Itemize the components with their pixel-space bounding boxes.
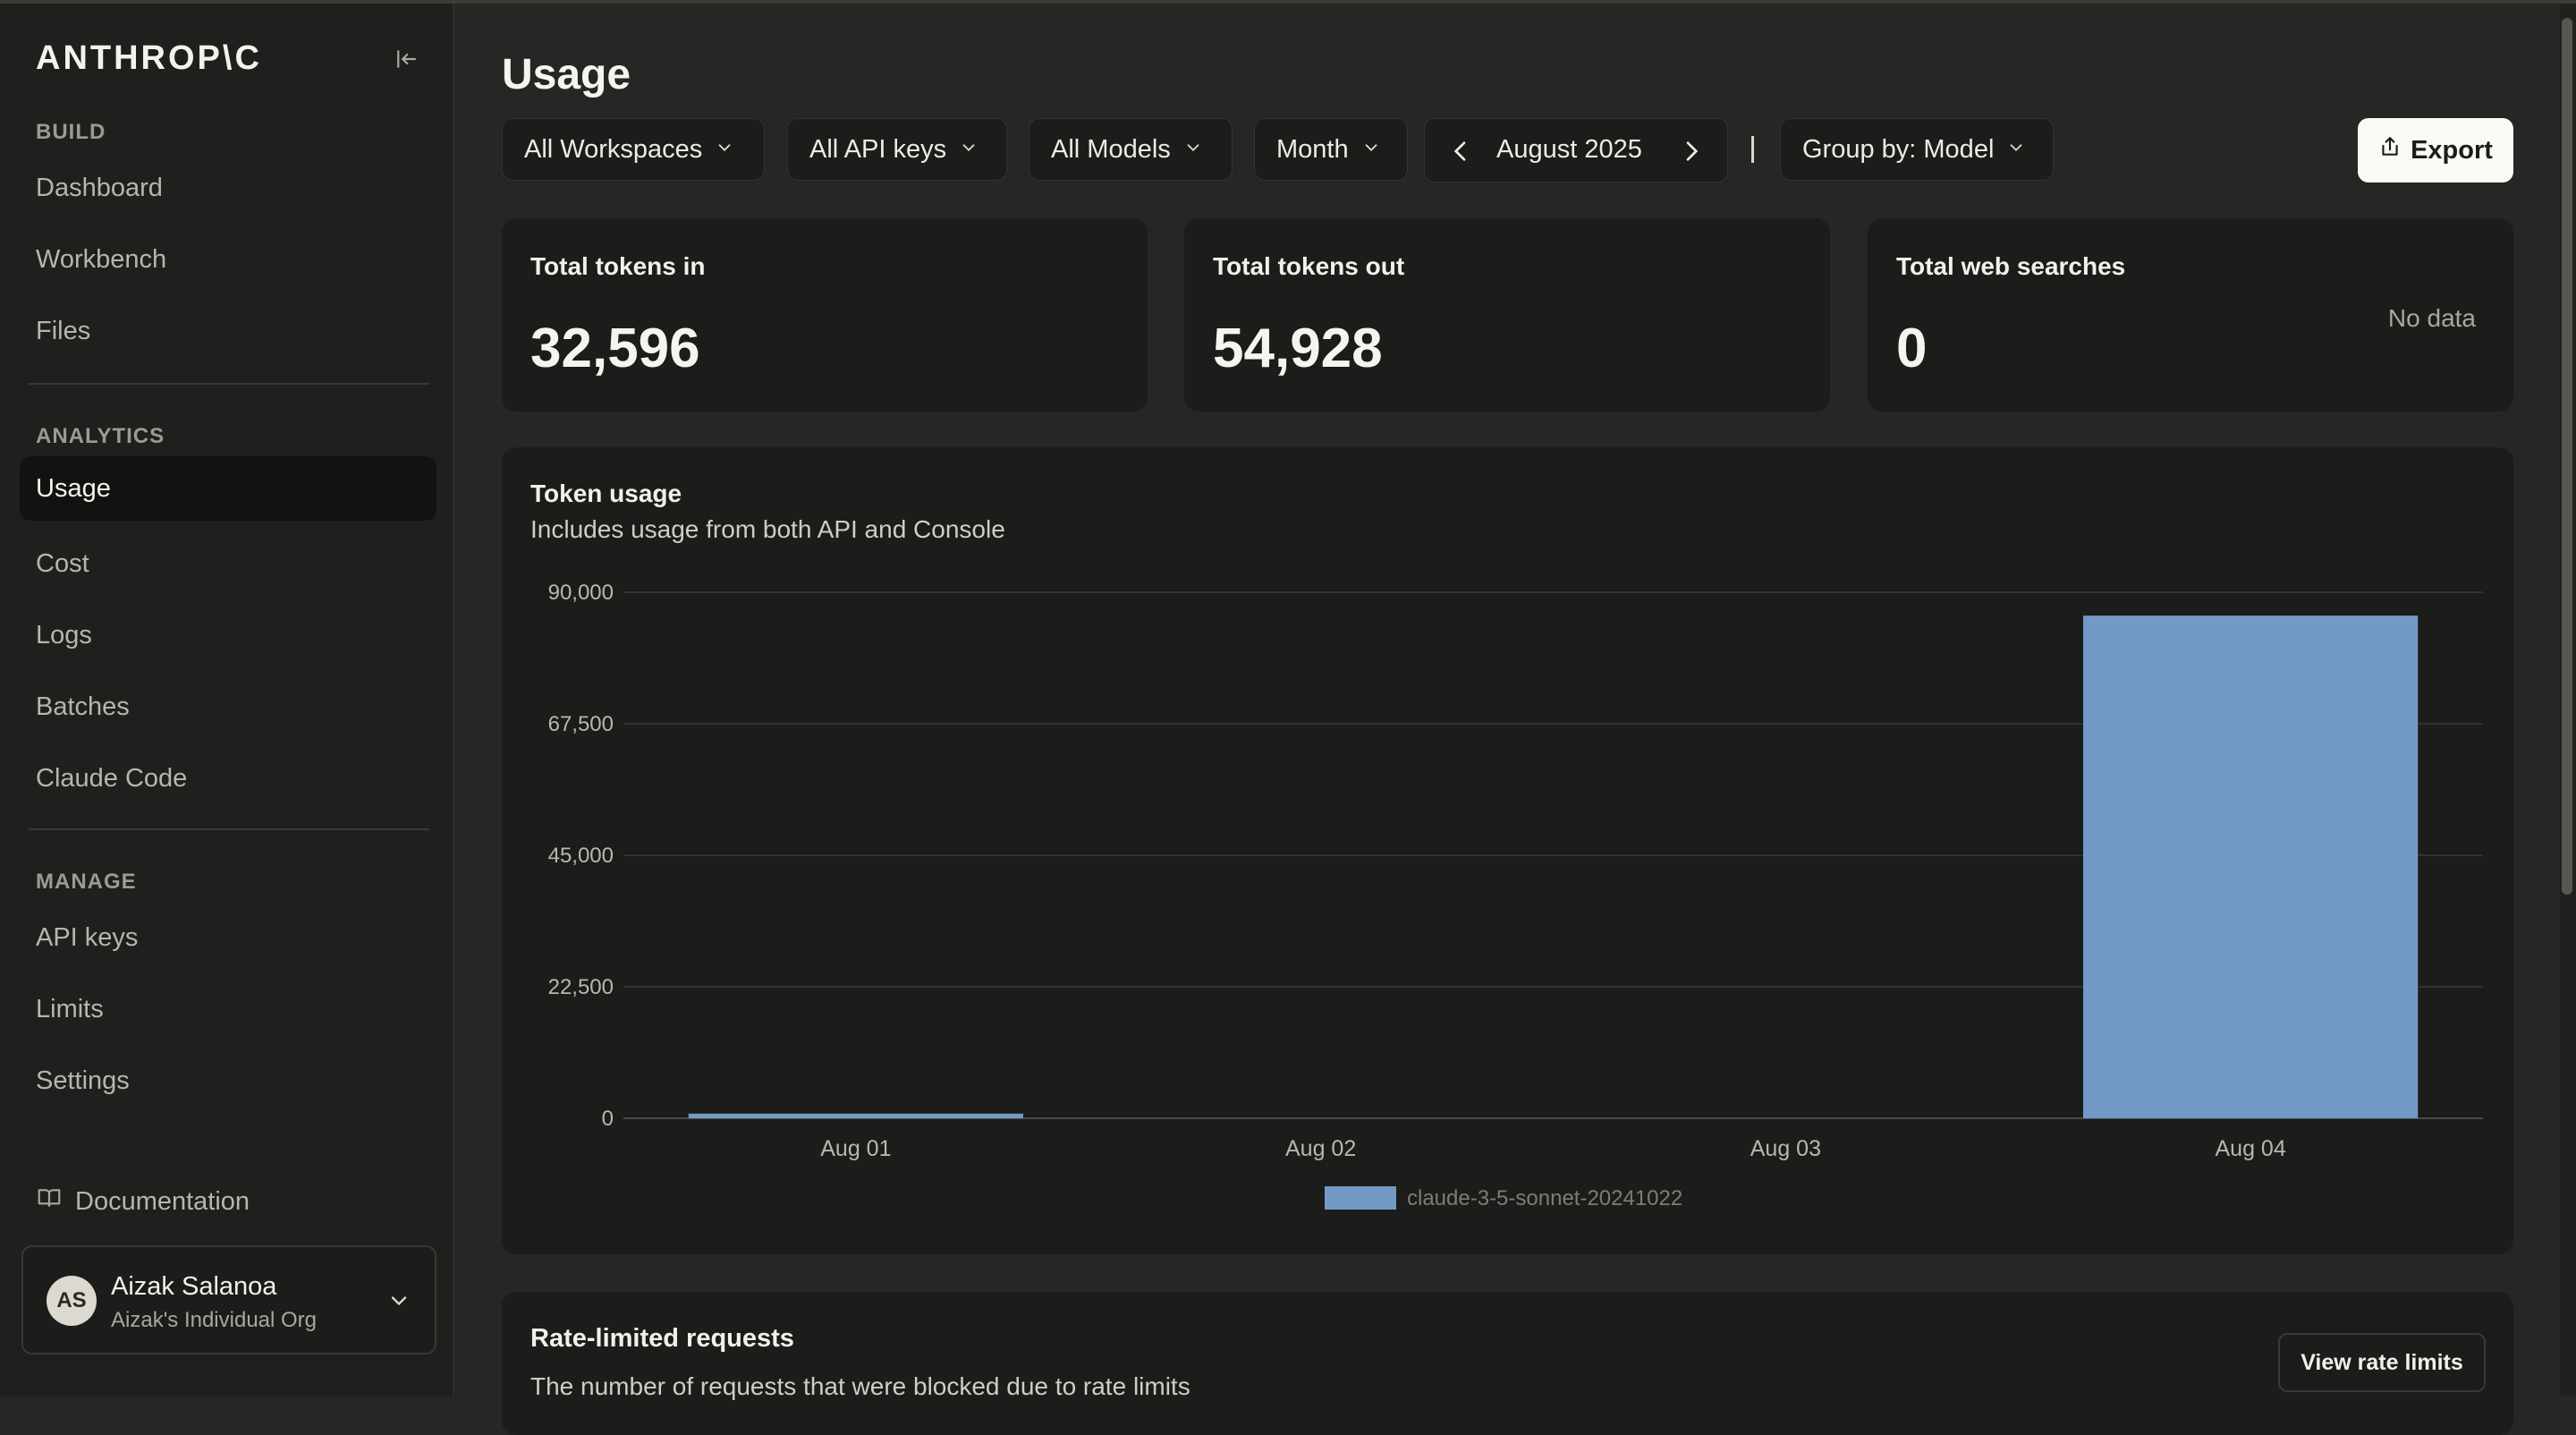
sidebar: ANTHROP\C BUILD Dashboard Workbench File… xyxy=(0,4,454,1396)
sidebar-item-dashboard[interactable]: Dashboard xyxy=(20,156,436,220)
no-data-note: No data xyxy=(2387,304,2476,332)
api-key-filter-label: All API keys xyxy=(809,134,947,164)
x-tick-label: Aug 03 xyxy=(1750,1136,1821,1161)
date-navigator: August 2025 xyxy=(1424,118,1728,183)
model-filter-dropdown[interactable]: All Models xyxy=(1029,118,1233,181)
chevron-down-icon xyxy=(959,135,979,165)
chevron-left-icon[interactable] xyxy=(1446,137,1475,166)
x-tick-label: Aug 04 xyxy=(2216,1136,2286,1161)
legend-label: claude-3-5-sonnet-20241022 xyxy=(1407,1186,1682,1210)
sidebar-item-limits[interactable]: Limits xyxy=(20,977,436,1041)
user-org: Aizak's Individual Org xyxy=(111,1308,318,1332)
sidebar-item-usage[interactable]: Usage xyxy=(20,456,436,521)
stat-title: Total web searches xyxy=(1896,252,2126,280)
group-by-dropdown[interactable]: Group by: Model xyxy=(1780,118,2054,181)
stat-title: Total tokens in xyxy=(530,252,706,280)
share-icon xyxy=(2378,135,2402,166)
bar-aug-01 xyxy=(688,1113,1023,1118)
y-tick-label: 0 xyxy=(602,1107,614,1131)
stat-card-tokens-out: Total tokens out 54,928 xyxy=(1184,218,1830,412)
period-filter-dropdown[interactable]: Month xyxy=(1254,118,1408,181)
sidebar-item-files[interactable]: Files xyxy=(20,299,436,363)
chevron-down-icon xyxy=(1183,135,1203,165)
chevron-down-icon xyxy=(715,135,734,165)
period-filter-label: Month xyxy=(1276,134,1349,164)
api-key-filter-dropdown[interactable]: All API keys xyxy=(787,118,1007,181)
section-label-analytics: ANALYTICS xyxy=(36,424,165,448)
rate-limited-card: Rate-limited requests The number of requ… xyxy=(502,1292,2513,1435)
chevron-down-icon xyxy=(2006,135,2026,165)
documentation-label: Documentation xyxy=(75,1186,250,1216)
section-label-build: BUILD xyxy=(36,120,106,144)
account-switcher[interactable]: AS Aizak Salanoa Aizak's Individual Org xyxy=(21,1245,436,1354)
stat-card-web-searches: Total web searches 0 No data xyxy=(1868,218,2513,412)
sidebar-item-logs[interactable]: Logs xyxy=(20,603,436,667)
sidebar-divider xyxy=(29,828,429,830)
book-icon xyxy=(36,1185,63,1218)
page-title: Usage xyxy=(502,51,631,98)
chevron-down-icon xyxy=(1361,135,1381,165)
y-tick-label: 45,000 xyxy=(548,844,614,868)
group-by-label: Group by: Model xyxy=(1802,134,1995,164)
rate-limited-subtitle: The number of requests that were blocked… xyxy=(530,1372,1191,1400)
x-tick-label: Aug 01 xyxy=(820,1136,891,1161)
stat-value: 0 xyxy=(1896,318,1928,379)
collapse-sidebar-icon[interactable] xyxy=(390,43,422,75)
section-label-manage: MANAGE xyxy=(36,870,137,894)
sidebar-item-workbench[interactable]: Workbench xyxy=(20,227,436,292)
current-period-label: August 2025 xyxy=(1496,135,1642,164)
view-rate-limits-button[interactable]: View rate limits xyxy=(2278,1333,2486,1392)
avatar: AS xyxy=(47,1276,97,1326)
sidebar-divider xyxy=(29,383,429,385)
documentation-link[interactable]: Documentation xyxy=(36,1185,250,1218)
model-filter-label: All Models xyxy=(1051,134,1171,164)
rate-limited-title: Rate-limited requests xyxy=(530,1324,794,1353)
stat-value: 54,928 xyxy=(1213,318,1383,379)
filter-separator xyxy=(1751,136,1754,163)
token-usage-bar-chart: 0 22,500 45,000 67,500 90,000 Aug 01 Aug 02 Aug… xyxy=(548,581,2483,1210)
stat-value: 32,596 xyxy=(530,318,700,379)
user-name: Aizak Salanoa xyxy=(111,1272,277,1301)
chevron-right-icon[interactable] xyxy=(1677,137,1706,166)
y-tick-label: 90,000 xyxy=(548,581,614,605)
export-button[interactable]: Export xyxy=(2358,118,2513,183)
sidebar-item-settings[interactable]: Settings xyxy=(20,1049,436,1113)
bar-aug-04 xyxy=(2083,616,2419,1118)
chevron-down-icon xyxy=(386,1288,411,1318)
stat-card-tokens-in: Total tokens in 32,596 xyxy=(502,218,1148,412)
token-usage-card: Token usage Includes usage from both API… xyxy=(502,447,2513,1254)
sidebar-item-cost[interactable]: Cost xyxy=(20,531,436,596)
sidebar-item-batches[interactable]: Batches xyxy=(20,675,436,739)
y-tick-label: 22,500 xyxy=(548,975,614,999)
workspace-filter-label: All Workspaces xyxy=(524,134,703,164)
x-tick-label: Aug 02 xyxy=(1285,1136,1356,1161)
stat-title: Total tokens out xyxy=(1213,252,1405,280)
legend-swatch xyxy=(1325,1186,1396,1210)
scrollbar-thumb[interactable] xyxy=(2562,18,2572,895)
export-label: Export xyxy=(2411,135,2493,165)
y-tick-label: 67,500 xyxy=(548,712,614,736)
sidebar-item-claude-code[interactable]: Claude Code xyxy=(20,746,436,811)
workspace-filter-dropdown[interactable]: All Workspaces xyxy=(502,118,765,181)
sidebar-item-api-keys[interactable]: API keys xyxy=(20,905,436,970)
anthropic-logo: ANTHROP\C xyxy=(36,39,262,77)
